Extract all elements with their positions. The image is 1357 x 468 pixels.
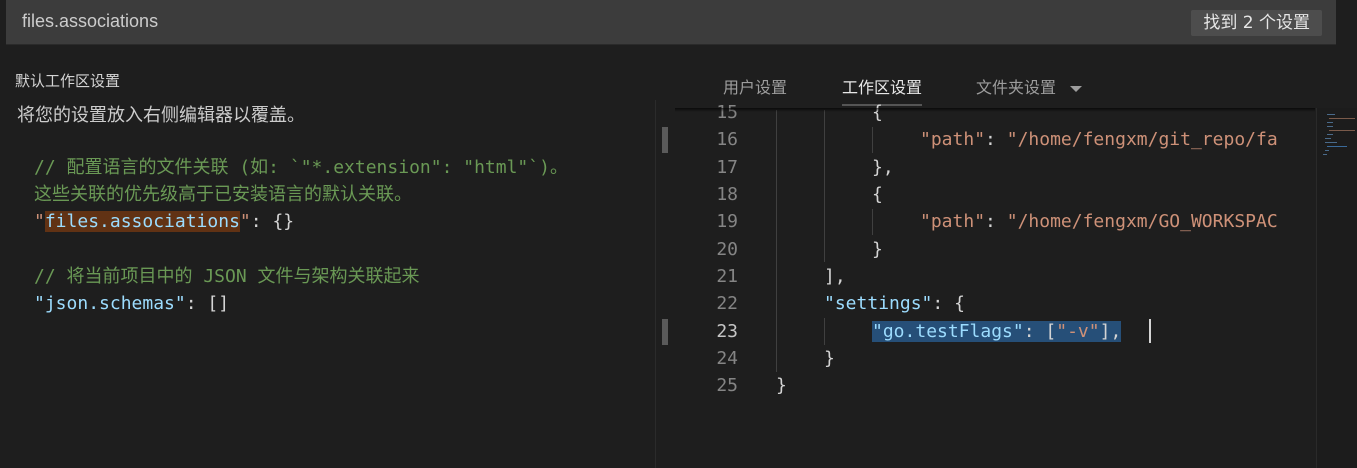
json-string: /home/fengxm/GO_WORKSPAC	[1017, 211, 1278, 232]
scroll-shadow	[675, 108, 1315, 112]
line-number: 17	[716, 157, 738, 178]
gutter-change-marker	[662, 127, 668, 153]
indent-guide	[824, 110, 825, 262]
code-line: }	[872, 239, 883, 260]
setting-json-schemas[interactable]: "json.schemas": []	[34, 291, 229, 317]
indent-guide	[824, 318, 825, 345]
setting-comment-line: // 将当前项目中的 JSON 文件与架构关联起来	[34, 266, 420, 287]
setting-key: json.schemas	[44, 293, 175, 314]
setting-value: {}	[272, 211, 295, 232]
code-line: }	[824, 348, 835, 369]
setting-comment-line: // 配置语言的文件关联 (如: `"*.extension": "html"`…	[34, 157, 568, 178]
settings-search-bar: 找到 2 个设置	[6, 0, 1336, 45]
code-line: "path": "/home/fengxm/git_repo/fa	[920, 129, 1278, 150]
code-line: ],	[824, 266, 846, 287]
json-key: go.testFlags	[882, 321, 1013, 342]
text-cursor	[1149, 319, 1151, 343]
minimap[interactable]	[1316, 108, 1357, 468]
line-number: 18	[716, 184, 738, 205]
code-line: "path": "/home/fengxm/GO_WORKSPAC	[920, 211, 1278, 232]
line-number: 16	[716, 129, 738, 150]
setting-value: []	[207, 293, 230, 314]
code-line: },	[872, 157, 894, 178]
line-number-current: 23	[716, 321, 738, 342]
json-string: /home/fengxm/git_repo/fa	[1017, 129, 1278, 150]
line-number: 25	[716, 375, 738, 396]
override-hint: 将您的设置放入右侧编辑器以覆盖。	[17, 105, 305, 126]
setting-files-associations[interactable]: "files.associations": {}	[34, 209, 294, 235]
code-line-selected: "go.testFlags": ["-v"],	[872, 321, 1122, 342]
line-number: 21	[716, 266, 738, 287]
tab-folder-settings-label: 文件夹设置	[976, 78, 1057, 97]
settings-search-input[interactable]	[22, 11, 922, 32]
indent-guide	[872, 127, 873, 153]
tab-workspace-settings[interactable]: 工作区设置	[842, 74, 922, 98]
workspace-settings-editor[interactable]	[655, 100, 1357, 468]
line-number: 20	[716, 239, 738, 260]
json-key: path	[930, 211, 975, 232]
gutter-change-marker	[662, 319, 668, 345]
line-number: 15	[716, 102, 738, 123]
json-key: settings	[834, 293, 922, 314]
line-number: 22	[716, 293, 738, 314]
line-number: 24	[716, 348, 738, 369]
default-settings-title: 默认工作区设置	[15, 72, 121, 90]
code-line: }	[776, 375, 787, 396]
settings-target-tabs: 用户设置 工作区设置 文件夹设置	[675, 66, 1357, 108]
tab-folder-settings[interactable]: 文件夹设置	[976, 74, 1083, 98]
json-string: -v	[1067, 321, 1089, 342]
tab-user-settings[interactable]: 用户设置	[723, 74, 787, 98]
code-line: {	[872, 184, 883, 205]
line-number: 19	[716, 211, 738, 232]
code-line: {	[872, 102, 883, 123]
indent-guide	[776, 110, 777, 372]
setting-key: files.associations	[44, 211, 240, 232]
indent-guide	[872, 209, 873, 235]
setting-comment-line: 这些关联的优先级高于已安装语言的默认关联。	[34, 184, 412, 205]
chevron-down-icon[interactable]	[1070, 85, 1083, 92]
json-key: path	[930, 129, 975, 150]
code-line: "settings": {	[824, 293, 965, 314]
search-result-count-badge: 找到 2 个设置	[1191, 10, 1322, 36]
